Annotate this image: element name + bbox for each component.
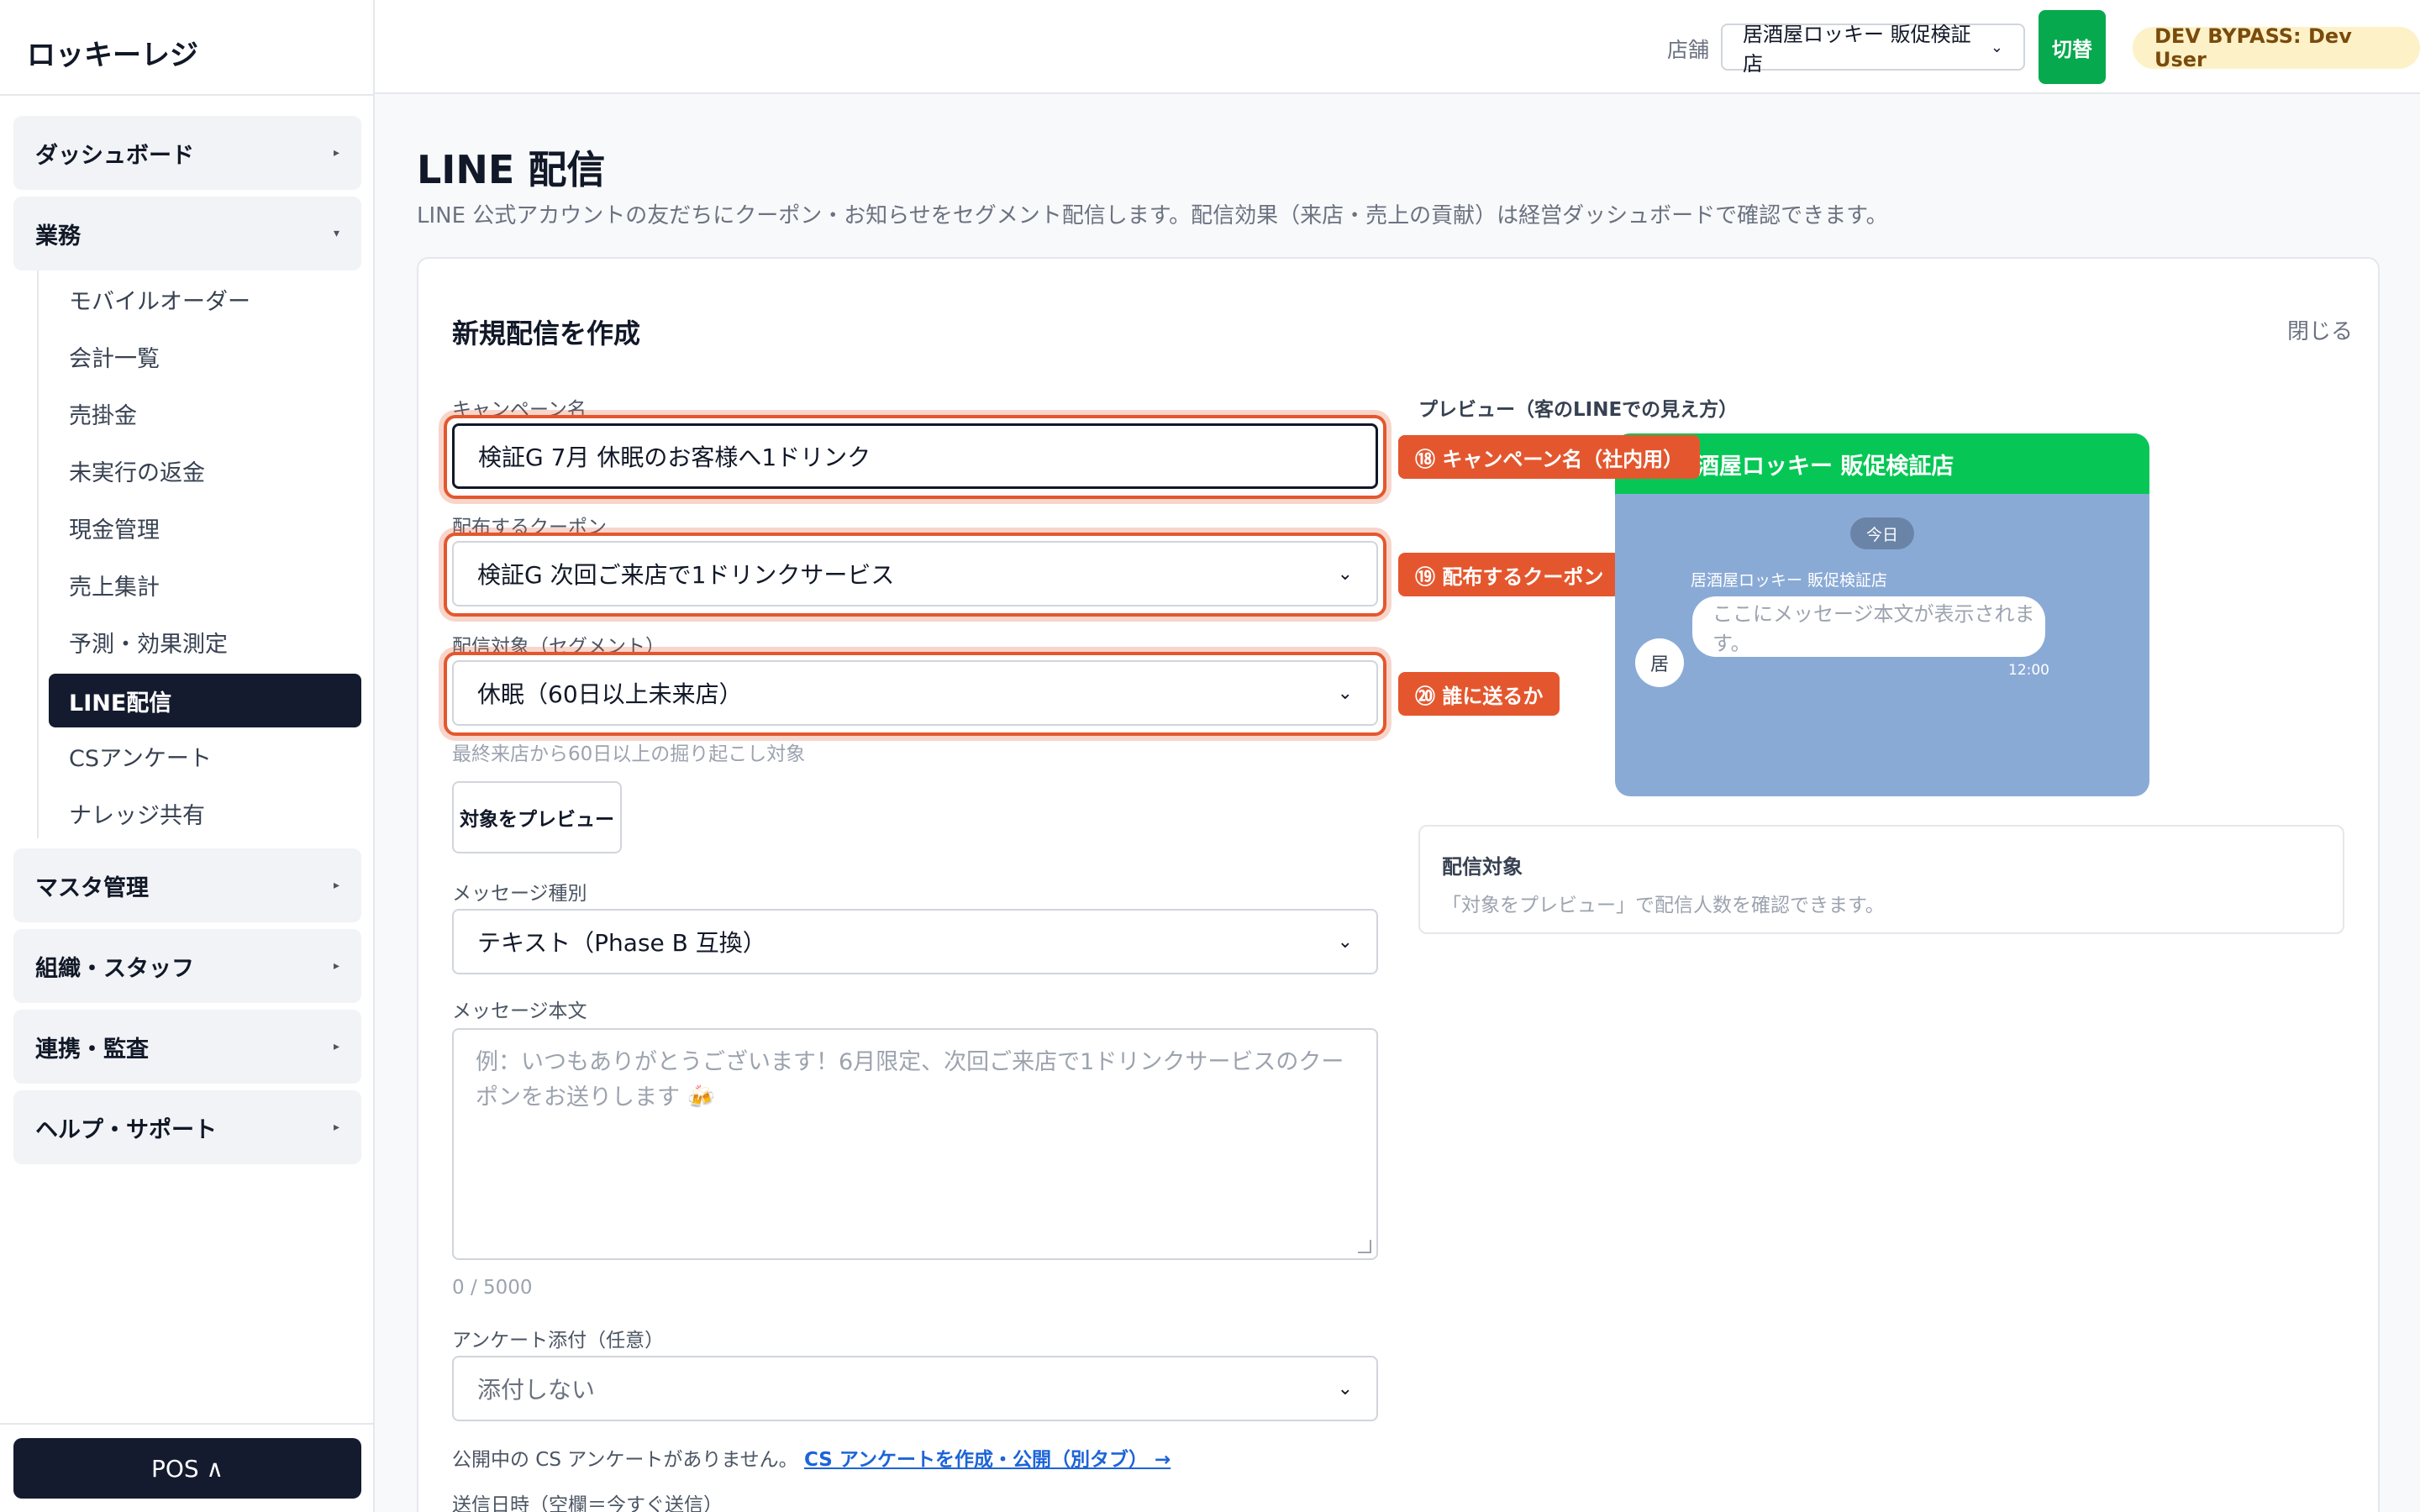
chevron-down-icon: ⌄ bbox=[1337, 682, 1353, 704]
sidebar-item-sales-summary[interactable]: 売上集計 bbox=[49, 558, 361, 612]
message-bubble: ここにメッセージ本文が表示されます。 bbox=[1692, 596, 2045, 657]
avatar: 居 bbox=[1635, 638, 1684, 687]
sidebar-item-receivables[interactable]: 売掛金 bbox=[49, 386, 361, 440]
nav-group-label: 組織・スタッフ bbox=[35, 955, 194, 982]
nav-group-organization[interactable]: 組織・スタッフ ▸ bbox=[13, 929, 361, 1003]
survey-note: 公開中の CS アンケートがありません。 CS アンケートを作成・公開（別タブ）… bbox=[452, 1443, 1171, 1472]
callout-badge: ⑱ キャンペーン名（社内用） bbox=[1398, 435, 1701, 479]
chevron-right-icon: ▸ bbox=[333, 959, 339, 973]
target-summary-title: 配信対象 bbox=[1442, 855, 1523, 879]
nav-group-integration[interactable]: 連携・監査 ▸ bbox=[13, 1010, 361, 1084]
store-label: 店舗 bbox=[1667, 38, 1710, 62]
preview-label: プレビュー（客のLINEでの見え方） bbox=[1418, 399, 1739, 421]
callout-badge: ⑲ 配布するクーポン bbox=[1398, 553, 1621, 596]
sidebar-item-cs-survey[interactable]: CSアンケート bbox=[49, 729, 361, 783]
nav-group-label: ヘルプ・サポート bbox=[35, 1116, 217, 1143]
page-title: LINE 配信 bbox=[417, 147, 606, 192]
chevron-right-icon: ▸ bbox=[333, 879, 339, 892]
message-type-label: メッセージ種別 bbox=[452, 883, 587, 905]
top-bar bbox=[375, 0, 2420, 94]
sidebar-item-mobile-order[interactable]: モバイルオーダー bbox=[49, 272, 361, 326]
nav-group-label: 連携・監査 bbox=[35, 1036, 149, 1063]
nav-group-label: 業務 bbox=[35, 223, 81, 249]
survey-label: アンケート添付（任意） bbox=[452, 1330, 665, 1352]
segment-hint: 最終来店から60日以上の掘り起こし対象 bbox=[452, 743, 806, 765]
callout-badge: ⑳ 誰に送るか bbox=[1398, 672, 1560, 716]
sender-name: 居酒屋ロッキー 販促検証店 bbox=[1691, 571, 1888, 590]
sidebar-item-forecast[interactable]: 予測・効果測定 bbox=[49, 615, 361, 669]
nav-group-label: ダッシュボード bbox=[35, 142, 194, 169]
nav-group-dashboard[interactable]: ダッシュボード ▸ bbox=[13, 116, 361, 190]
target-summary-text: 「対象をプレビュー」で配信人数を確認できます。 bbox=[1442, 895, 1885, 916]
sidebar-item-transactions[interactable]: 会計一覧 bbox=[49, 329, 361, 383]
character-counter: 0 / 5000 bbox=[452, 1277, 533, 1299]
chevron-down-icon: ⌄ bbox=[1337, 931, 1353, 953]
target-summary-box: 配信対象 「対象をプレビュー」で配信人数を確認できます。 bbox=[1418, 825, 2344, 934]
message-body-label: メッセージ本文 bbox=[452, 1000, 587, 1022]
nav-group-operations[interactable]: 業務 ▾ bbox=[13, 197, 361, 270]
chevron-down-icon: ⌄ bbox=[1337, 1378, 1353, 1399]
message-type-value: テキスト（Phase B 互換） bbox=[477, 929, 766, 957]
message-body-placeholder: 例：いつもありがとうございます！6月限定、次回ご来店で1ドリンクサービスのクーポ… bbox=[476, 1049, 1344, 1110]
nav-group-label: マスタ管理 bbox=[35, 874, 149, 901]
submenu-guide-line bbox=[37, 270, 39, 838]
sidebar: ロッキーレジ ダッシュボード ▸ 業務 ▾ モバイルオーダー 会計一覧 売掛金 … bbox=[0, 0, 375, 1512]
survey-select-value: 添付しない bbox=[477, 1376, 596, 1404]
chevron-right-icon: ▸ bbox=[333, 1040, 339, 1053]
survey-note-text: 公開中の CS アンケートがありません。 bbox=[452, 1449, 798, 1471]
pos-button[interactable]: POS ∧ bbox=[13, 1438, 361, 1499]
coupon-select-value: 検証G 次回ご来店で1ドリンクサービス bbox=[477, 561, 895, 589]
survey-select[interactable]: 添付しない ⌄ bbox=[452, 1356, 1378, 1421]
campaign-name-input[interactable]: 検証G 7月 休眠のお客様へ1ドリンク bbox=[452, 423, 1378, 489]
app-logo: ロッキーレジ bbox=[27, 39, 198, 72]
close-button[interactable]: 閉じる bbox=[2287, 314, 2353, 345]
segment-select-value: 休眠（60日以上未来店） bbox=[477, 680, 743, 708]
chevron-right-icon: ▸ bbox=[333, 146, 339, 160]
preview-target-button[interactable]: 対象をプレビュー bbox=[452, 781, 622, 853]
sidebar-item-line-delivery[interactable]: LINE配信 bbox=[49, 674, 361, 727]
divider bbox=[0, 94, 373, 96]
sidebar-item-cash-management[interactable]: 現金管理 bbox=[49, 501, 361, 554]
user-badge: DEV BYPASS: Dev User bbox=[2133, 24, 2420, 71]
chevron-down-icon: ▾ bbox=[333, 227, 339, 240]
date-pill: 今日 bbox=[1850, 517, 1914, 549]
message-type-select[interactable]: テキスト（Phase B 互換） ⌄ bbox=[452, 909, 1378, 974]
line-preview: 居酒屋ロッキー 販促検証店 今日 居酒屋ロッキー 販促検証店 居 ここにメッセー… bbox=[1615, 433, 2149, 796]
card-title: 新規配信を作成 bbox=[452, 318, 641, 349]
create-survey-link[interactable]: CS アンケートを作成・公開（別タブ） → bbox=[804, 1449, 1171, 1471]
message-body-textarea[interactable]: 例：いつもありがとうございます！6月限定、次回ご来店で1ドリンクサービスのクーポ… bbox=[452, 1028, 1378, 1260]
page-description: LINE 公式アカウントの友だちにクーポン・お知らせをセグメント配信します。配信… bbox=[417, 203, 1888, 228]
coupon-select[interactable]: 検証G 次回ご来店で1ドリンクサービス ⌄ bbox=[452, 541, 1378, 606]
segment-select[interactable]: 休眠（60日以上未来店） ⌄ bbox=[452, 660, 1378, 726]
store-select-value: 居酒屋ロッキー 販促検証店 bbox=[1743, 23, 1971, 76]
chevron-right-icon: ▸ bbox=[333, 1121, 339, 1134]
sidebar-item-knowledge[interactable]: ナレッジ共有 bbox=[49, 786, 361, 840]
message-time: 12:00 bbox=[2008, 662, 2049, 679]
nav-group-help[interactable]: ヘルプ・サポート ▸ bbox=[13, 1090, 361, 1164]
switch-store-button[interactable]: 切替 bbox=[2039, 10, 2106, 84]
divider bbox=[0, 1423, 373, 1425]
schedule-label: 送信日時（空欄＝今すぐ送信） bbox=[452, 1494, 723, 1512]
chevron-down-icon: ⌄ bbox=[1990, 38, 2003, 56]
chevron-down-icon: ⌄ bbox=[1337, 563, 1353, 585]
sidebar-item-pending-refunds[interactable]: 未実行の返金 bbox=[49, 444, 361, 497]
nav-group-master[interactable]: マスタ管理 ▸ bbox=[13, 848, 361, 922]
store-select[interactable]: 居酒屋ロッキー 販促検証店 ⌄ bbox=[1721, 23, 2025, 76]
resize-handle-icon[interactable] bbox=[1358, 1240, 1371, 1253]
